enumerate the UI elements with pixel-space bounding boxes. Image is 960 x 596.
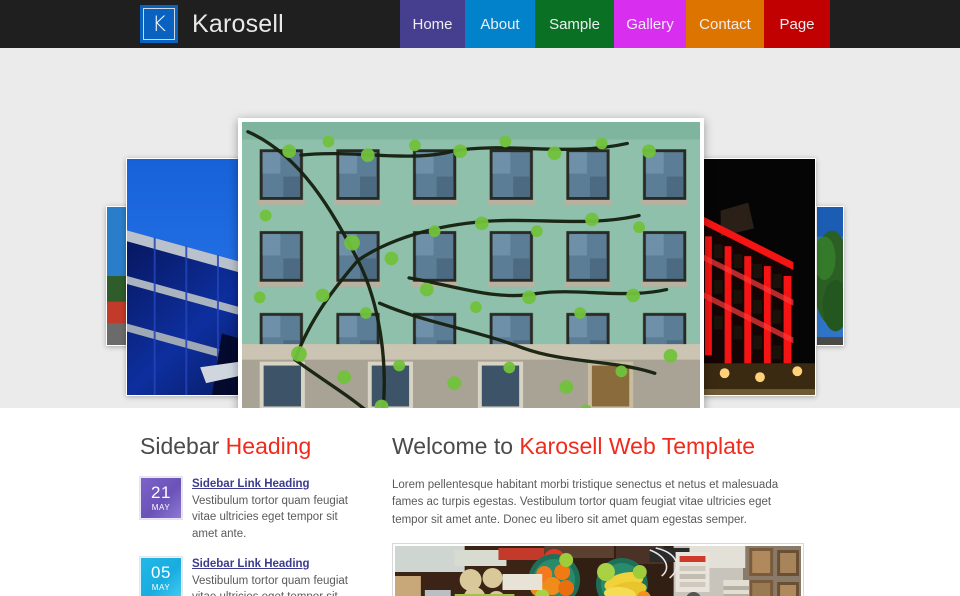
feature-photo-frame [392,543,804,596]
page-title-plain: Welcome to [392,433,520,459]
red-night-building-image [703,159,815,395]
carousel-slide-tree-sky[interactable] [816,206,844,346]
sidebar-heading-accent: Heading [225,433,312,459]
nav-item-page[interactable]: Page [764,0,830,48]
tree-sky-image [817,207,843,345]
image-carousel[interactable] [0,48,960,408]
main-navigation: Home About Sample Gallery Contact Page [400,0,830,48]
sidebar-item-text: Vestibulum tortor quam feugiat vitae ult… [192,494,348,541]
page-title-accent: Karosell Web Template [519,433,756,459]
nav-item-contact[interactable]: Contact [686,0,764,48]
date-badge-day: 05 [151,562,171,582]
nav-item-gallery[interactable]: Gallery [614,0,686,48]
site-header: K Karosell Home About Sample Gallery Contact… [0,0,960,48]
sidebar-list-item[interactable]: 05 MAY Sidebar Link Heading Vestibulum tort… [140,556,360,596]
date-badge-day: 21 [151,482,171,502]
sidebar-item-link[interactable]: Sidebar Link Heading [192,478,360,490]
sidebar-heading: Sidebar Heading [140,432,360,461]
sidebar-item-link[interactable]: Sidebar Link Heading [192,558,360,570]
main-column: Welcome to Karosell Web Template Lorem p… [392,432,810,596]
logo-mark-icon: K [140,5,178,43]
brand-logo[interactable]: K Karosell [140,0,284,48]
sidebar-item-text: Vestibulum tortor quam feugiat vitae ult… [192,574,348,596]
page-title: Welcome to Karosell Web Template [392,432,810,461]
nav-item-home[interactable]: Home [400,0,465,48]
date-badge-month: MAY [151,502,171,512]
date-badge: 21 MAY [140,476,182,519]
intro-paragraph: Lorem pellentesque habitant morbi tristi… [392,478,779,526]
carousel-slide-red-night[interactable] [702,158,816,396]
brand-name: Karosell [192,9,284,38]
green-facade-building-image [242,122,700,408]
carousel-slide-green-facade[interactable] [238,118,704,408]
page-content: Sidebar Heading 21 MAY Sidebar Link Headin… [0,408,960,596]
desk-fruit-photo [395,546,801,596]
sidebar-list-item[interactable]: 21 MAY Sidebar Link Heading Vestibulum tort… [140,476,360,543]
date-badge: 05 MAY [140,556,182,596]
nav-item-sample[interactable]: Sample [535,0,614,48]
nav-item-about[interactable]: About [465,0,535,48]
sidebar-item-body: Sidebar Link Heading Vestibulum tortor qu… [192,557,360,596]
sidebar-item-body: Sidebar Link Heading Vestibulum tortor qu… [192,477,360,543]
date-badge-month: MAY [151,582,171,592]
sidebar-heading-plain: Sidebar [140,433,226,459]
sidebar: Sidebar Heading 21 MAY Sidebar Link Headin… [140,432,360,596]
sidebar-link-list: 21 MAY Sidebar Link Heading Vestibulum tort… [140,476,360,596]
logo-letter: K [152,11,166,36]
